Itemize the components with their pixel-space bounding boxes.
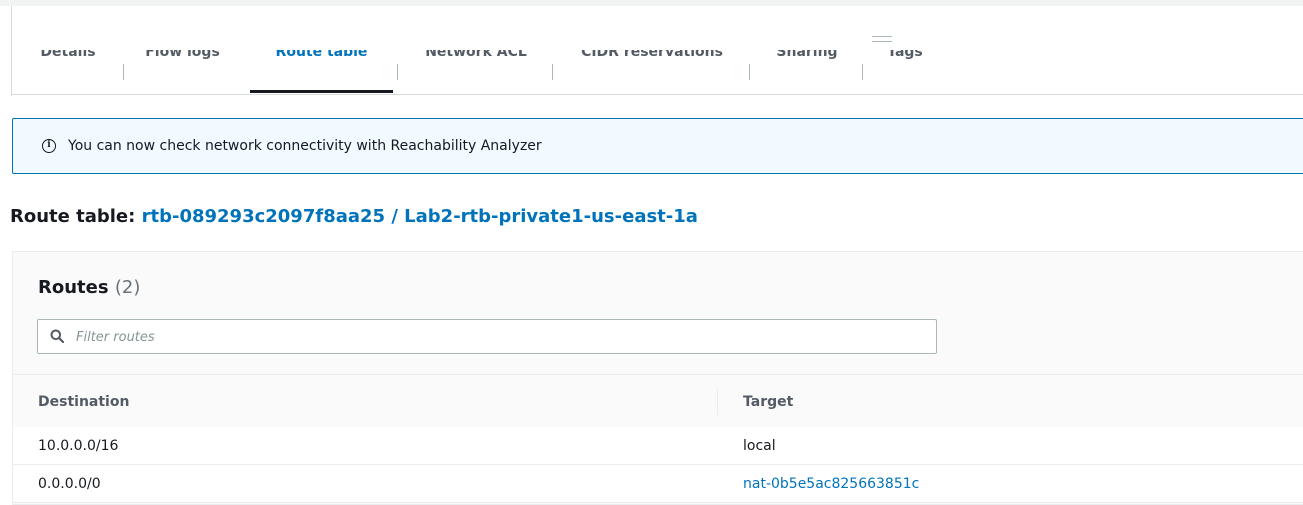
- route-table-link[interactable]: rtb-089293c2097f8aa25 / Lab2-rtb-private…: [142, 206, 698, 227]
- tab-separator: [397, 64, 398, 80]
- column-header-destination[interactable]: Destination: [38, 394, 129, 410]
- tab-flow-logs[interactable]: Flow logs: [130, 50, 235, 80]
- column-header-target[interactable]: Target: [743, 394, 793, 410]
- info-alert: i You can now check network connectivity…: [12, 118, 1303, 174]
- row-destination: 10.0.0.0/16: [38, 438, 119, 454]
- active-tab-indicator: [250, 90, 393, 93]
- tab-route-table[interactable]: Route table: [250, 50, 393, 80]
- tab-separator: [749, 64, 750, 80]
- route-table-page: Details Flow logs Route table Network AC…: [0, 0, 1303, 505]
- detail-tabs: Details Flow logs Route table Network AC…: [12, 6, 1303, 95]
- tab-details[interactable]: Details: [18, 50, 118, 80]
- row-target: local: [743, 438, 776, 454]
- routes-panel: Routes (2) Destination Target 10.0.0.0/1…: [12, 251, 1303, 505]
- tab-separator: [123, 64, 124, 80]
- filter-routes-box[interactable]: [37, 319, 937, 354]
- tab-sharing[interactable]: Sharing: [757, 50, 857, 80]
- filter-routes-input[interactable]: [76, 326, 916, 348]
- route-table-heading: Route table: rtb-089293c2097f8aa25 / Lab…: [10, 206, 698, 227]
- routes-title-text: Routes: [38, 277, 109, 298]
- table-row[interactable]: 0.0.0.0/0 nat-0b5e5ac825663851c: [13, 465, 1303, 503]
- routes-title: Routes (2): [38, 277, 140, 298]
- tab-network-acl[interactable]: Network ACL: [406, 50, 546, 80]
- tab-cidr-reservations[interactable]: CIDR reservations: [562, 50, 742, 80]
- column-resizer[interactable]: [717, 389, 718, 415]
- search-icon: [50, 329, 64, 343]
- info-icon: i: [42, 139, 56, 153]
- row-target-link[interactable]: nat-0b5e5ac825663851c: [743, 476, 919, 492]
- tab-tags[interactable]: Tags: [870, 50, 940, 80]
- tab-separator: [862, 64, 863, 80]
- routes-table-header: Destination Target: [13, 374, 1303, 428]
- routes-count: (2): [114, 277, 141, 298]
- route-table-label: Route table:: [10, 206, 142, 227]
- info-alert-text: You can now check network connectivity w…: [68, 138, 542, 154]
- row-destination: 0.0.0.0/0: [38, 476, 101, 492]
- tab-separator: [552, 64, 553, 80]
- table-row[interactable]: 10.0.0.0/16 local: [13, 427, 1303, 465]
